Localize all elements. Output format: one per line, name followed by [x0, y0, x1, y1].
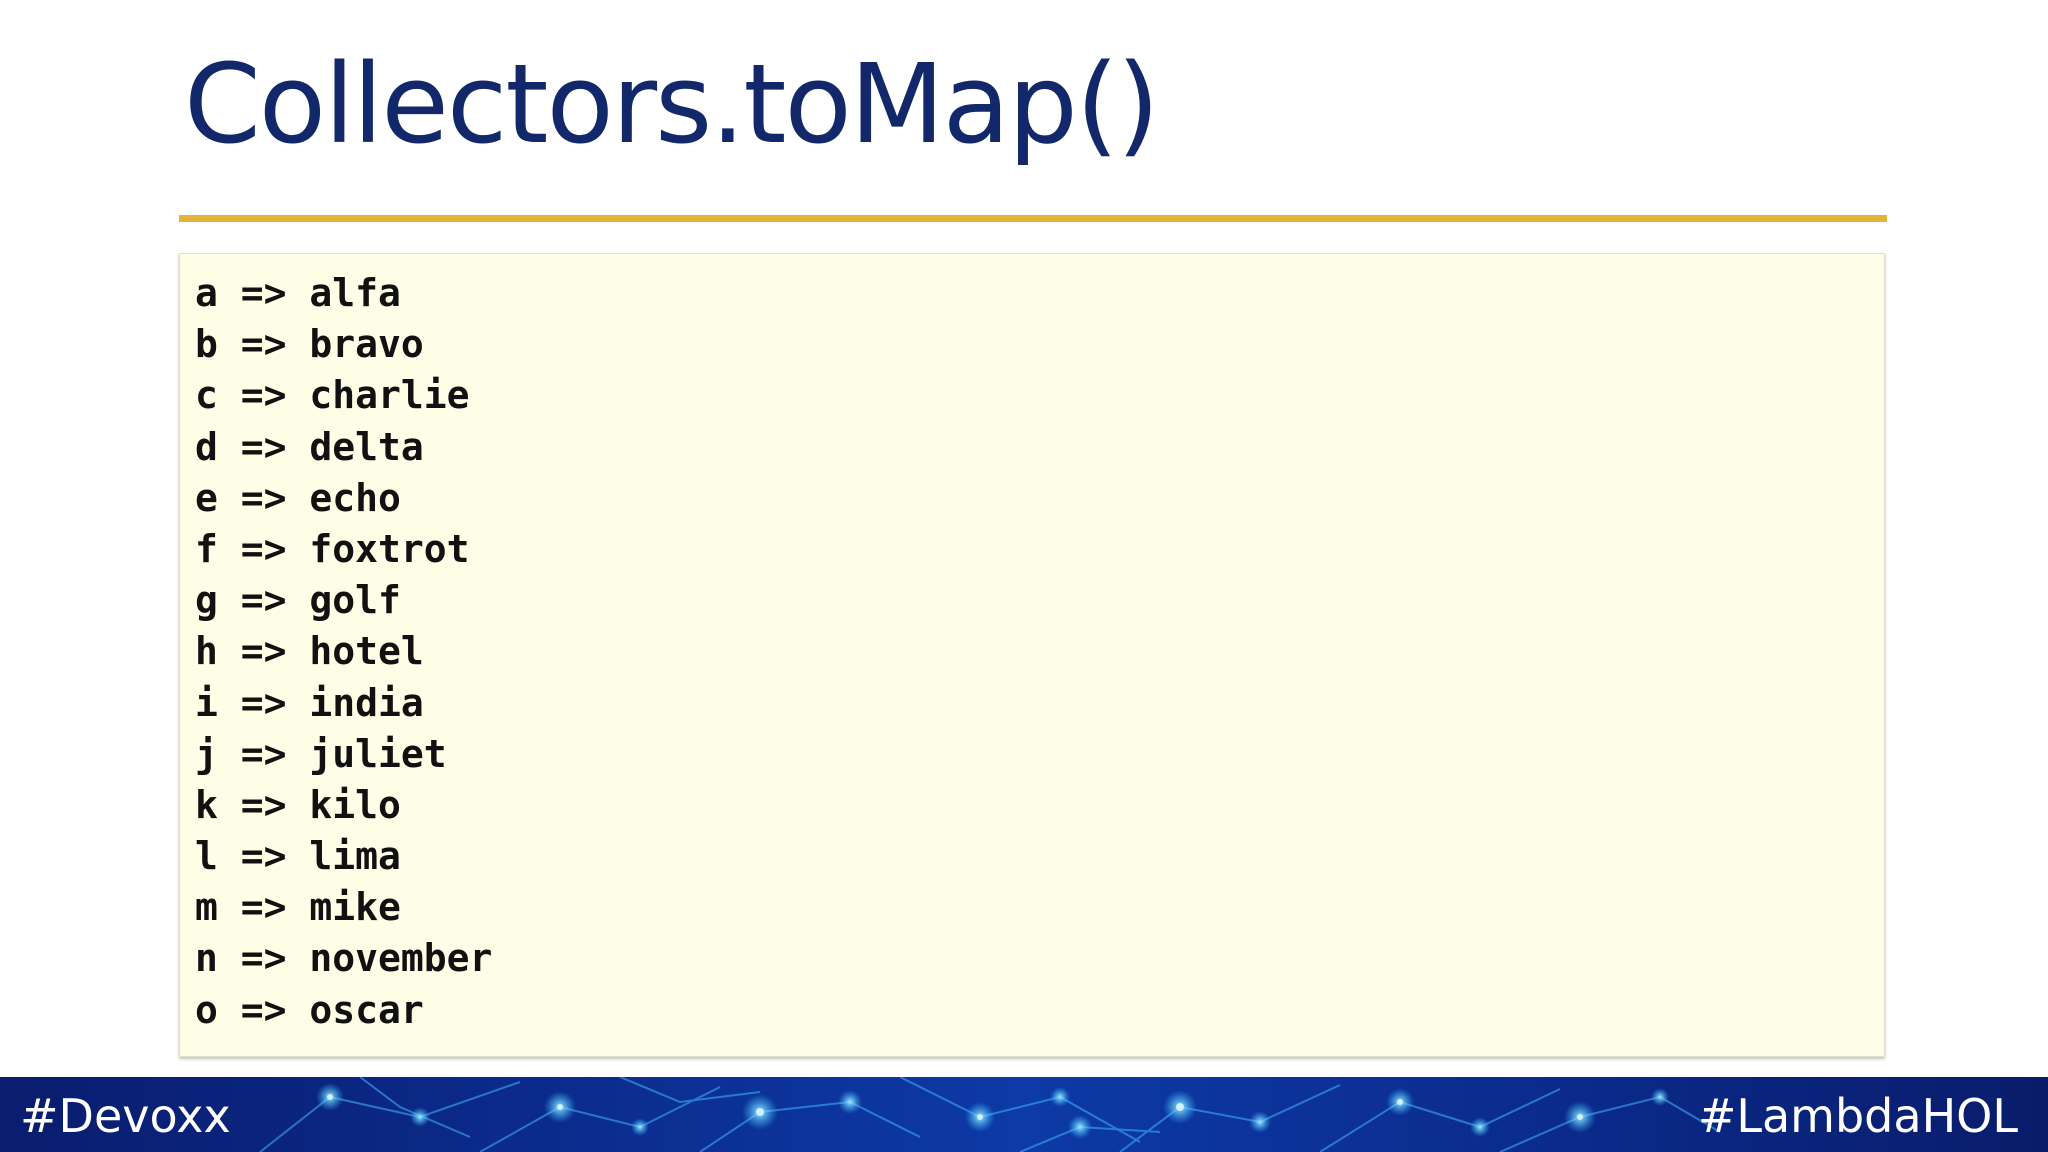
code-line: b => bravo [195, 322, 424, 367]
code-line: k => kilo [195, 782, 401, 827]
code-line: f => foxtrot [195, 526, 470, 571]
code-line: n => november [195, 936, 493, 981]
code-line: i => india [195, 680, 424, 725]
slide: Collectors.toMap() a => alfa b => bravo … [0, 0, 2048, 1152]
code-output-panel: a => alfa b => bravo c => charlie d => d… [179, 253, 1885, 1057]
code-line: g => golf [195, 578, 401, 623]
code-lines: a => alfa b => bravo c => charlie d => d… [195, 268, 492, 1036]
code-line: a => alfa [195, 271, 401, 315]
code-line: l => lima [195, 834, 401, 879]
slide-title: Collectors.toMap() [184, 40, 1160, 168]
devoxx-hashtag: #Devoxx [20, 1089, 231, 1143]
lambdahol-hashtag: #LambdaHOL [1697, 1089, 2018, 1143]
footer-banner: #Devoxx #LambdaHOL [0, 1077, 2048, 1152]
code-line: o => oscar [195, 987, 424, 1032]
code-line: c => charlie [195, 373, 470, 418]
code-line: d => delta [195, 424, 424, 469]
code-line: h => hotel [195, 629, 424, 674]
code-line: j => juliet [195, 731, 447, 776]
title-underline [179, 215, 1887, 222]
code-line: e => echo [195, 475, 401, 520]
code-line: m => mike [195, 885, 401, 930]
